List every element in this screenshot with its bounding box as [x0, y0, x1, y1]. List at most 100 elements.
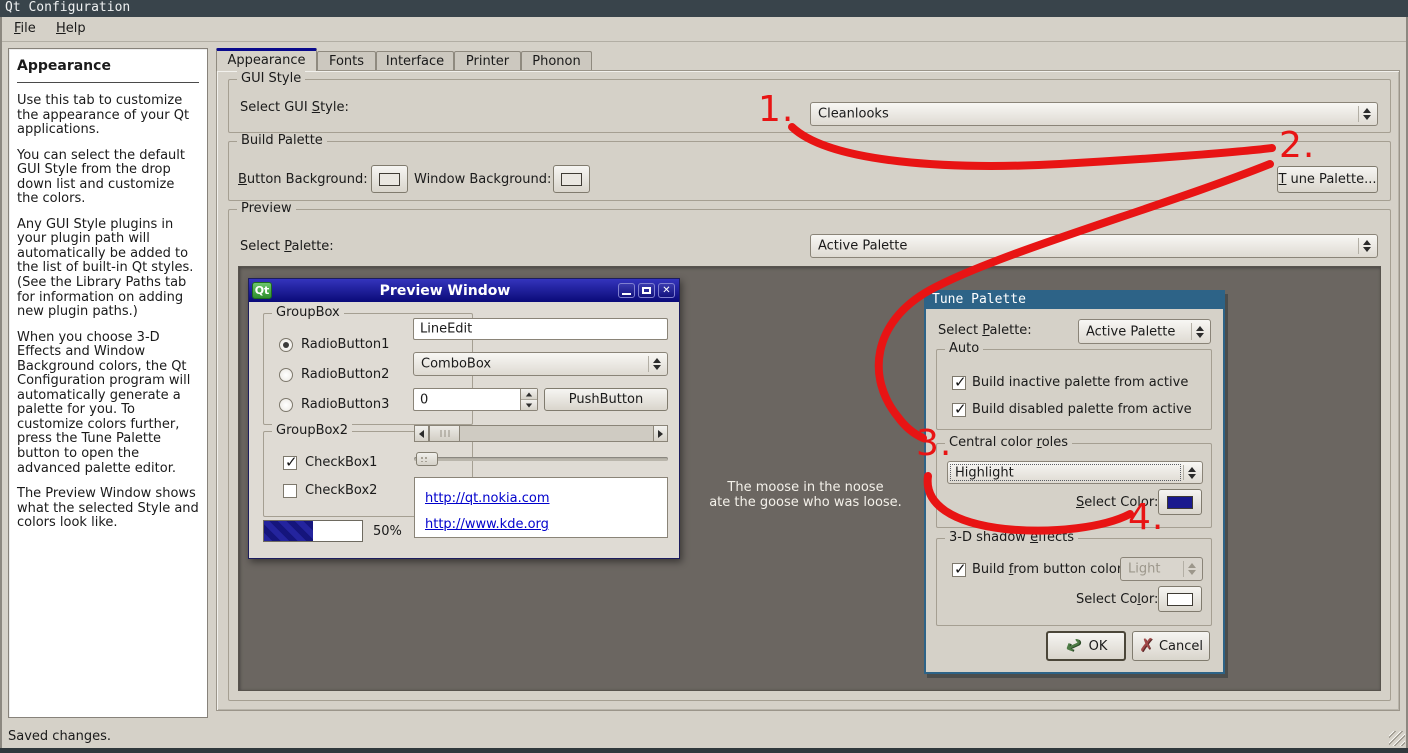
minimize-icon[interactable]: [618, 283, 635, 298]
central-color-roles-title: Central color roles: [945, 435, 1072, 450]
tab-printer[interactable]: Printer: [454, 51, 521, 71]
slider[interactable]: [414, 451, 668, 467]
checkbox-1-label: CheckBox1: [305, 455, 377, 470]
spin-up-icon[interactable]: [521, 389, 537, 399]
moose-line-2: ate the goose who was loose.: [698, 495, 913, 510]
cancel-button[interactable]: Cancel: [1132, 631, 1210, 661]
button-background-color-button[interactable]: [371, 165, 408, 193]
qt-configuration-window: Qt Configuration File Help Appearance Us…: [0, 0, 1408, 753]
build-disabled-label: Build disabled palette from active: [972, 402, 1192, 417]
link-kde[interactable]: http://www.kde.org: [425, 512, 657, 538]
auto-group-title: Auto: [945, 341, 983, 356]
combo-arrows-icon: [1183, 465, 1199, 480]
tp-palette-combobox[interactable]: Active Palette: [1078, 319, 1211, 344]
color-role-combobox[interactable]: Highlight: [947, 461, 1203, 484]
resize-grip-icon[interactable]: [1389, 731, 1405, 746]
preview-window-title: Preview Window: [272, 283, 618, 299]
text-edit[interactable]: http://qt.nokia.com http://www.kde.org: [414, 477, 668, 538]
spin-box-value: 0: [420, 392, 428, 407]
push-button[interactable]: PushButton: [544, 388, 668, 411]
select-palette-combobox[interactable]: Active Palette: [810, 234, 1378, 258]
scroll-right-icon[interactable]: [653, 425, 668, 442]
window-border-left: [0, 17, 2, 748]
window-background-label: Window Background:: [414, 172, 551, 187]
ok-button[interactable]: OK: [1046, 631, 1126, 661]
sidebar-paragraph: Any GUI Style plugins in your plugin pat…: [17, 218, 199, 320]
build-from-button-color-checkbox[interactable]: [952, 563, 966, 577]
preview-combobox-value: ComboBox: [421, 357, 491, 372]
radio-button-1[interactable]: [279, 338, 293, 352]
tune-palette-dialog: Tune Palette Select Palette: Active Pale…: [924, 290, 1225, 674]
radio-button-2[interactable]: [279, 368, 293, 382]
build-inactive-label: Build inactive palette from active: [972, 375, 1188, 390]
sidebar-paragraph: When you choose 3-D Effects and Window B…: [17, 331, 199, 476]
preview-window-titlebar[interactable]: Qt Preview Window: [249, 279, 679, 302]
menu-file[interactable]: File: [4, 17, 46, 41]
tab-fonts[interactable]: Fonts: [317, 51, 376, 71]
central-select-color-button[interactable]: [1158, 489, 1202, 515]
tab-appearance[interactable]: Appearance: [216, 48, 317, 71]
radio-button-1-label: RadioButton1: [301, 337, 389, 352]
window-background-swatch: [561, 173, 582, 186]
link-qt-nokia[interactable]: http://qt.nokia.com: [425, 486, 657, 512]
checkbox-2[interactable]: [283, 484, 297, 498]
build-disabled-checkbox[interactable]: [952, 403, 966, 417]
menubar: File Help: [0, 17, 1408, 42]
close-icon[interactable]: [658, 283, 675, 298]
select-palette-label: Select Palette:: [240, 239, 334, 254]
scroll-left-icon[interactable]: [414, 425, 429, 442]
window-border-bottom: [0, 748, 1408, 753]
shadow-light-combobox: Light: [1120, 557, 1203, 581]
shadow-effects-group: 3-D shadow effects: [936, 538, 1212, 626]
shadow-select-color-button[interactable]: [1158, 586, 1202, 612]
line-edit-value: LineEdit: [420, 322, 472, 337]
radio-button-2-label: RadioButton2: [301, 367, 389, 382]
spin-box[interactable]: 0: [413, 388, 538, 411]
horizontal-scrollbar[interactable]: [414, 425, 668, 442]
radio-button-3[interactable]: [279, 398, 293, 412]
build-palette-group-title: Build Palette: [237, 133, 327, 148]
tune-palette-title: Tune Palette: [932, 292, 1026, 307]
shadow-light-value: Light: [1128, 562, 1160, 577]
tune-palette-titlebar[interactable]: Tune Palette: [926, 292, 1223, 309]
window-titlebar[interactable]: Qt Configuration: [0, 0, 1408, 17]
gui-style-value: Cleanlooks: [818, 107, 889, 122]
cancel-x-icon: [1139, 637, 1155, 655]
tp-select-palette-label: Select Palette:: [938, 323, 1032, 338]
gui-style-combobox[interactable]: Cleanlooks: [810, 102, 1378, 126]
checkbox-1[interactable]: [283, 456, 297, 470]
color-role-value: Highlight: [955, 465, 1014, 480]
select-gui-style-label: Select GUI Style:: [240, 100, 349, 115]
combo-arrows-icon: [1183, 561, 1199, 577]
shadow-select-color-label: Select Color:: [1076, 592, 1154, 607]
build-inactive-checkbox[interactable]: [952, 376, 966, 390]
tune-palette-button[interactable]: Tune Palette...: [1277, 166, 1378, 193]
annotation-2: 2.: [1279, 128, 1315, 164]
combo-arrows-icon: [1358, 238, 1374, 254]
moose-line-1: The moose in the noose: [698, 480, 913, 495]
sidebar-paragraph: The Preview Window shows what the select…: [17, 487, 199, 531]
window-background-color-button[interactable]: [553, 165, 590, 193]
select-palette-value: Active Palette: [818, 239, 907, 254]
menu-help[interactable]: Help: [46, 17, 96, 41]
tab-phonon[interactable]: Phonon: [521, 51, 592, 71]
tab-interface[interactable]: Interface: [376, 51, 454, 71]
progress-bar: [263, 520, 363, 542]
slider-handle[interactable]: [416, 452, 438, 466]
preview-group-title: Preview: [237, 201, 296, 216]
qt-logo-icon: Qt: [252, 282, 272, 299]
spin-down-icon[interactable]: [521, 399, 537, 410]
line-edit[interactable]: LineEdit: [413, 318, 668, 340]
gui-style-group-title: GUI Style: [237, 71, 305, 86]
central-color-roles-group: Central color roles: [936, 443, 1212, 528]
scrollbar-thumb[interactable]: [429, 425, 460, 442]
highlight-color-swatch: [1167, 496, 1193, 509]
ok-label: OK: [1089, 639, 1108, 654]
shadow-color-swatch: [1167, 593, 1193, 606]
build-from-button-color-label: Build from button color: [972, 562, 1122, 577]
ok-arrow-icon: [1065, 636, 1085, 656]
button-background-swatch: [379, 173, 400, 186]
preview-combobox[interactable]: ComboBox: [413, 352, 668, 376]
shadow-effects-title: 3-D shadow effects: [945, 530, 1078, 545]
maximize-icon[interactable]: [638, 283, 655, 298]
